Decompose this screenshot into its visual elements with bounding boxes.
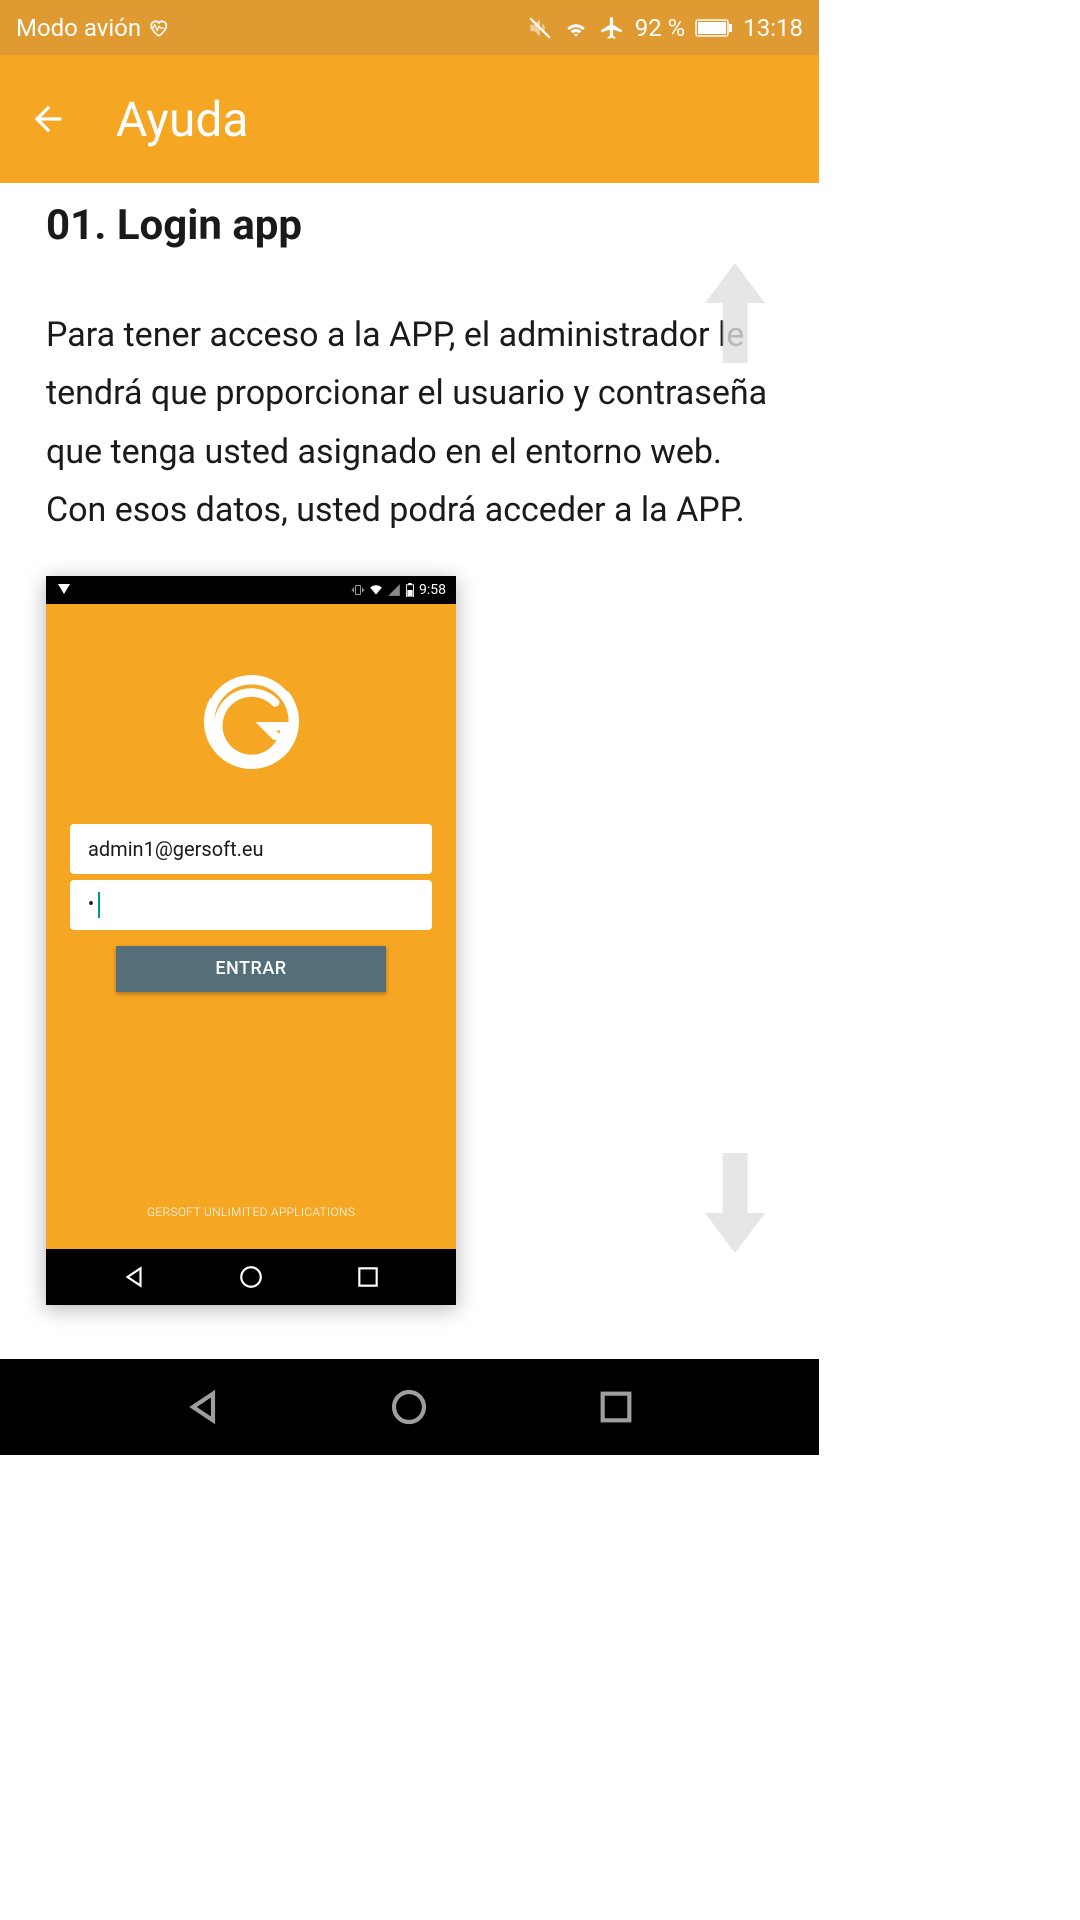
ss-battery-icon xyxy=(405,583,415,597)
airplane-icon xyxy=(599,15,625,41)
ss-email-value: admin1@gersoft.eu xyxy=(88,837,264,861)
ss-back-icon xyxy=(121,1264,147,1290)
embedded-screenshot: 9:58 admin1@gersoft.eu • ENTRAR GERSOFT … xyxy=(46,576,456,1305)
ss-footer-text: GERSOFT UNLIMITED APPLICATIONS xyxy=(147,1205,355,1219)
ss-login-button: ENTRAR xyxy=(116,946,386,992)
page-title: Ayuda xyxy=(116,91,249,148)
status-left: Modo avión xyxy=(16,14,169,42)
ss-time: 9:58 xyxy=(419,582,446,598)
status-right: 92 % 13:18 xyxy=(527,14,803,42)
heart-icon xyxy=(147,18,169,38)
back-arrow-icon[interactable] xyxy=(28,99,68,139)
battery-percent: 92 % xyxy=(635,14,686,42)
ss-wifi-icon xyxy=(369,583,383,597)
scroll-up-icon[interactable] xyxy=(705,263,765,363)
status-bar: Modo avión 92 % 13:18 xyxy=(0,0,819,55)
ss-button-label: ENTRAR xyxy=(215,958,286,979)
airplane-mode-label: Modo avión xyxy=(16,14,141,42)
ss-email-input: admin1@gersoft.eu xyxy=(70,824,432,874)
app-bar: Ayuda xyxy=(0,55,819,183)
ss-home-icon xyxy=(238,1264,264,1290)
ss-nav-bar xyxy=(46,1249,456,1305)
ss-recent-icon xyxy=(355,1264,381,1290)
section-title: 01. Login app xyxy=(46,201,773,250)
system-nav-bar xyxy=(0,1359,819,1455)
wifi-icon xyxy=(563,15,589,41)
content-area: 01. Login app Para tener acceso a la APP… xyxy=(0,183,819,1323)
ss-login-body: admin1@gersoft.eu • ENTRAR GERSOFT UNLIM… xyxy=(46,604,456,1249)
ss-app-icon xyxy=(56,582,72,598)
ss-status-bar: 9:58 xyxy=(46,576,456,604)
section-text: Para tener acceso a la APP, el administr… xyxy=(46,306,773,540)
ss-password-input: • xyxy=(70,880,432,930)
nav-back-icon[interactable] xyxy=(183,1387,223,1427)
mute-icon xyxy=(527,15,553,41)
battery-icon xyxy=(695,15,733,41)
nav-recent-icon[interactable] xyxy=(596,1387,636,1427)
ss-cursor-icon xyxy=(98,892,100,918)
ss-signal-icon xyxy=(387,583,401,597)
nav-home-icon[interactable] xyxy=(389,1387,429,1427)
scroll-down-icon[interactable] xyxy=(705,1153,765,1253)
ss-password-mask: • xyxy=(88,894,94,915)
ss-logo-icon xyxy=(204,674,299,769)
clock-time: 13:18 xyxy=(743,14,803,42)
ss-vibrate-icon xyxy=(351,583,365,597)
